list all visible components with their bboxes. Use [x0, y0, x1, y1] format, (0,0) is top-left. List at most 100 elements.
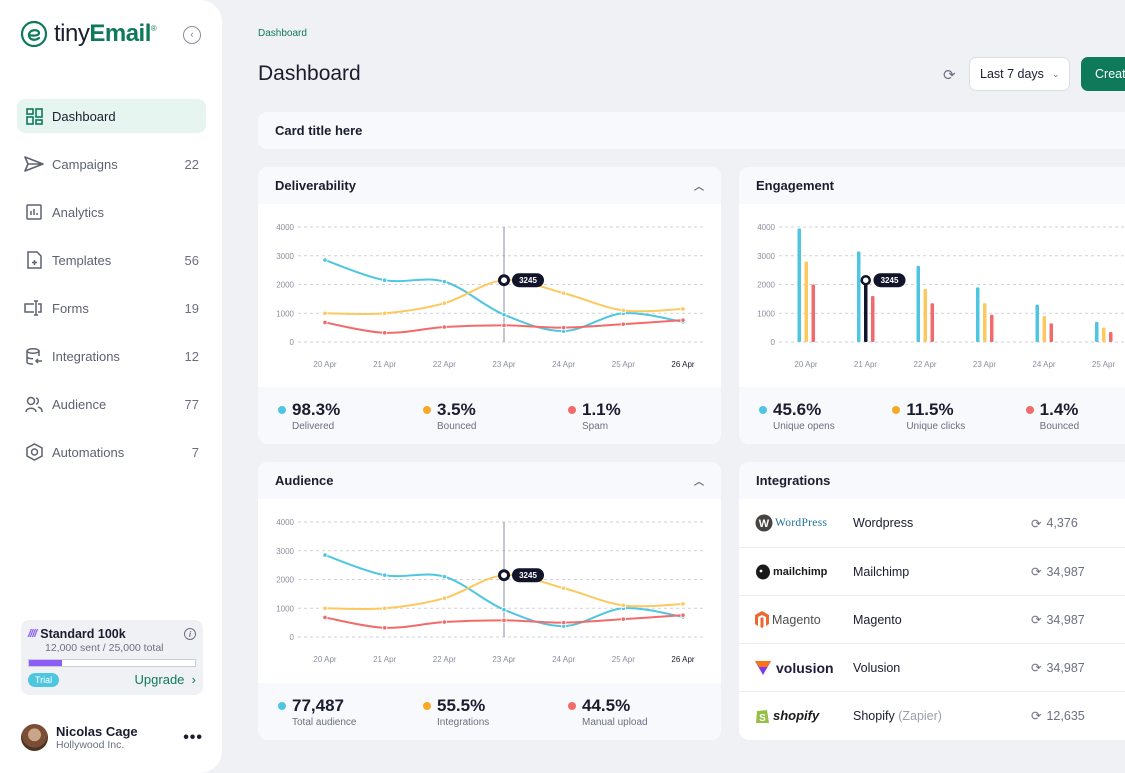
sidebar-item-integrations[interactable]: Integrations 12	[17, 339, 206, 373]
mailchimp-logo: mailchimp	[755, 563, 853, 580]
x-tick-label: 22 Apr	[913, 360, 936, 369]
sync-icon: ⟳	[1031, 565, 1042, 579]
x-tick-label: 22 Apr	[433, 655, 456, 664]
chevron-up-icon[interactable]: ︿	[694, 178, 704, 193]
card-title-bar: Card title here	[258, 112, 1125, 149]
legend-dot	[759, 406, 767, 414]
legend-dot	[568, 406, 576, 414]
y-tick-label: 4000	[276, 518, 294, 527]
sidebar-item-campaigns[interactable]: Campaigns 22	[17, 147, 206, 181]
data-point	[382, 572, 388, 578]
tooltip-label: 3245	[519, 571, 537, 580]
integration-row-mailchimp[interactable]: mailchimp Mailchimp ⟳ 34,987	[739, 547, 1125, 595]
brand-logo[interactable]: tinyEmail®	[20, 20, 157, 48]
info-icon[interactable]: i	[184, 628, 196, 640]
highlight-point	[498, 274, 510, 287]
stat-total-audience: 77,487 Total audience	[278, 683, 423, 740]
wordpress-logo: W WordPress	[755, 514, 853, 532]
integration-name: Magento	[853, 612, 902, 627]
x-tick-label: 20 Apr	[313, 360, 336, 369]
chevron-right-icon: ›	[188, 672, 196, 687]
bar	[916, 265, 920, 342]
data-point	[501, 607, 507, 613]
data-point	[382, 625, 388, 631]
bar	[1049, 323, 1053, 342]
user-profile[interactable]: Nicolas Cage Hollywood Inc. •••	[21, 724, 203, 751]
x-tick-label: 24 Apr	[552, 655, 575, 664]
stat-manual-upload: 44.5% Manual upload	[568, 683, 713, 740]
integration-row-shopify[interactable]: Sshopify Shopify (Zapier) ⟳ 12,635	[739, 691, 1125, 739]
more-options-icon[interactable]: •••	[183, 729, 203, 747]
brand-name: tinyEmail®	[54, 20, 157, 47]
plan-progress-bar	[28, 659, 196, 667]
data-point	[620, 321, 626, 327]
sidebar-item-audience[interactable]: Audience 77	[17, 387, 206, 421]
sidebar-item-templates[interactable]: Templates 56	[17, 243, 206, 277]
bar	[811, 284, 815, 342]
sidebar-item-label: Audience	[52, 396, 107, 412]
magento-logo: Magento	[755, 611, 853, 628]
engagement-card: Engagement 0 1000 2000 3000 4000 20 Apr 21 Apr…	[739, 167, 1125, 444]
sidebar-item-label: Dashboard	[52, 108, 116, 124]
sidebar-item-count: 22	[184, 156, 199, 172]
sidebar-item-label: Campaigns	[52, 156, 118, 172]
upgrade-link[interactable]: Upgrade ›	[135, 672, 196, 687]
data-point	[680, 601, 686, 607]
legend-dot	[892, 406, 901, 414]
plan-progress-fill	[29, 660, 63, 666]
x-tick-label: 22 Apr	[433, 360, 456, 369]
data-point	[680, 612, 686, 618]
sidebar: tinyEmail® ‹ Dashboard Campaigns 22 Anal…	[0, 0, 222, 773]
stat-spam: 1.1% Spam	[568, 387, 713, 444]
y-tick-label: 2000	[757, 281, 775, 290]
x-tick-label: 23 Apr	[973, 360, 996, 369]
y-tick-label: 3000	[276, 547, 294, 556]
template-icon	[23, 249, 45, 271]
breadcrumb[interactable]: Dashboard	[258, 28, 307, 39]
sidebar-item-analytics[interactable]: Analytics	[17, 195, 206, 229]
x-tick-label: 20 Apr	[313, 655, 336, 664]
bar	[1102, 327, 1106, 342]
form-icon	[23, 297, 45, 319]
sidebar-item-count: 77	[184, 396, 199, 412]
collapse-sidebar-button[interactable]: ‹	[183, 26, 201, 44]
svg-text:W: W	[759, 518, 770, 530]
data-point	[501, 322, 507, 328]
sidebar-item-forms[interactable]: Forms 19	[17, 291, 206, 325]
bar	[1095, 321, 1099, 342]
integration-row-magento[interactable]: Magento Magento ⟳ 34,987	[739, 595, 1125, 643]
sidebar-item-dashboard[interactable]: Dashboard	[17, 99, 206, 133]
data-point	[501, 617, 507, 623]
dashboard-icon	[23, 105, 45, 127]
audience-chart: 0 1000 2000 3000 4000 20 Apr 21 Apr 22 Apr 23 Ap…	[276, 518, 706, 664]
data-point	[322, 605, 328, 611]
data-point	[322, 552, 328, 558]
y-tick-label: 4000	[757, 223, 775, 232]
deliverability-card: Deliverability ︿ 0 1000 2000 3000 4000 20 Apr 2…	[258, 167, 721, 444]
sidebar-item-automations[interactable]: Automations 7	[17, 435, 206, 469]
data-point	[322, 319, 328, 326]
create-button[interactable]: Create	[1081, 57, 1125, 91]
chevron-up-icon[interactable]: ︿	[694, 473, 704, 488]
send-icon	[23, 153, 45, 175]
x-tick-label: 25 Apr	[1092, 360, 1115, 369]
sidebar-item-count: 12	[184, 348, 199, 364]
bar	[976, 287, 980, 342]
bar	[990, 314, 994, 342]
deliverability-chart: 0 1000 2000 3000 4000 20 Apr 21 Apr 22 Apr 23 Ap…	[276, 223, 706, 369]
y-tick-label: 3000	[757, 252, 775, 261]
refresh-icon[interactable]: ⟳	[943, 66, 956, 84]
card-heading: Deliverability	[275, 178, 356, 193]
integration-name: Shopify (Zapier)	[853, 708, 942, 723]
card-heading: Integrations	[756, 473, 831, 488]
bar	[864, 280, 868, 342]
bar	[983, 303, 987, 342]
integration-row-volusion[interactable]: volusion Volusion ⟳ 34,987	[739, 643, 1125, 691]
y-tick-label: 4000	[276, 223, 294, 232]
bar	[804, 261, 808, 342]
integration-row-wordpress[interactable]: W WordPress Wordpress ⟳ 4,376	[739, 499, 1125, 547]
data-point	[382, 330, 388, 336]
date-range-select[interactable]: Last 7 days ⌄	[969, 57, 1070, 91]
y-tick-label: 1000	[276, 604, 294, 613]
svg-text:S: S	[759, 713, 766, 724]
